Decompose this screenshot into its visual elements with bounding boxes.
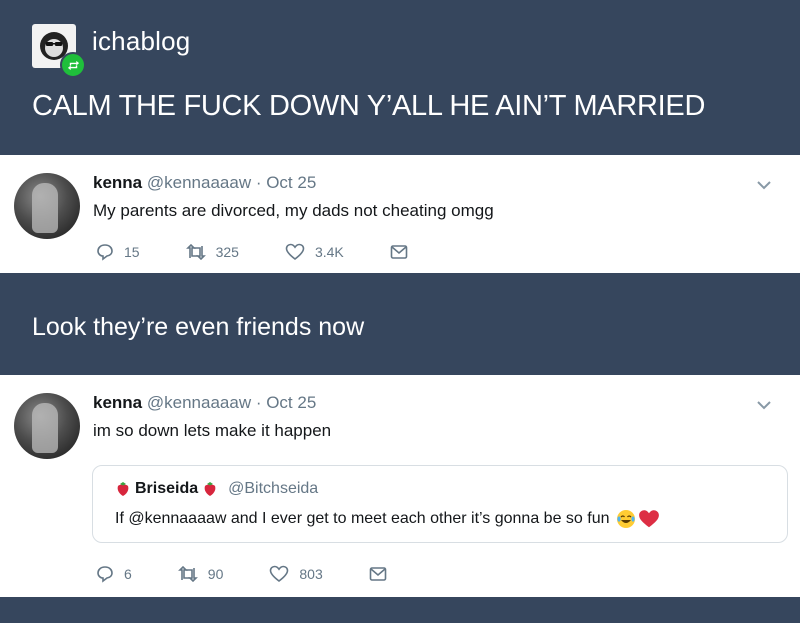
reply-icon: [97, 244, 113, 261]
post-title: CALM THE FUCK DOWN Y’ALL HE AIN’T MARRIE…: [32, 90, 706, 122]
quoted-tweet-text-row: If @kennaaaaw and I ever get to meet eac…: [115, 508, 660, 530]
post-caption: Look they’re even friends now: [32, 313, 365, 341]
tweet-actions: 15 325 3.4K: [96, 243, 464, 261]
chevron-down-icon[interactable]: [756, 177, 772, 195]
heart-icon: [285, 243, 305, 261]
tweet-author-name[interactable]: kenna: [93, 173, 142, 192]
envelope-icon: [390, 245, 408, 259]
reply-icon: [97, 566, 113, 583]
tweet-header: kenna @kennaaaaw · Oct 25: [93, 393, 316, 413]
quoted-author-handle[interactable]: @Bitchseida: [228, 480, 318, 498]
strawberry-emoji-icon: [117, 482, 129, 496]
dm-button[interactable]: [369, 566, 397, 582]
tweet-date[interactable]: · Oct 25: [256, 393, 316, 412]
like-button[interactable]: 3.4K: [285, 243, 344, 261]
tweet-text: im so down lets make it happen: [93, 421, 332, 440]
strawberry-emoji-icon: [204, 482, 216, 496]
retweet-count: 90: [207, 566, 224, 582]
reblog-icon: [60, 52, 86, 78]
tweet-author-name[interactable]: kenna: [93, 393, 142, 412]
retweet-count: 325: [215, 244, 239, 260]
like-count: 3.4K: [314, 244, 344, 260]
dm-button[interactable]: [390, 244, 418, 260]
quoted-tweet-text: If @kennaaaaw and I ever get to meet eac…: [115, 510, 610, 527]
tweet-author-handle[interactable]: @kennaaaaw: [147, 393, 251, 412]
tweet-text: My parents are divorced, my dads not che…: [93, 201, 494, 220]
post-header: ichablog CALM THE FUCK DOWN Y’ALL HE AIN…: [0, 0, 800, 155]
tweet-header: kenna @kennaaaaw · Oct 25: [93, 173, 316, 193]
envelope-icon: [369, 567, 387, 581]
retweet-button[interactable]: 325: [185, 244, 239, 260]
retweet-button[interactable]: 90: [177, 566, 224, 582]
reply-count: 6: [124, 566, 132, 582]
tweet-card: kenna @kennaaaaw · Oct 25 im so down let…: [0, 375, 800, 597]
post-footer-bar: [0, 597, 800, 623]
chevron-down-icon[interactable]: [756, 397, 772, 415]
tweet-date[interactable]: · Oct 25: [256, 173, 316, 192]
reply-count: 15: [124, 244, 140, 260]
like-count: 803: [299, 566, 323, 582]
tweet-avatar[interactable]: [14, 173, 80, 239]
red-heart-emoji-icon: [638, 510, 659, 528]
quoted-tweet[interactable]: Briseida @Bitchseida If @kennaaaaw and I…: [92, 465, 788, 543]
tweet-avatar[interactable]: [14, 393, 80, 459]
tweet-card: kenna @kennaaaaw · Oct 25 My parents are…: [0, 155, 800, 273]
tweet-actions: 6 90 803: [96, 565, 443, 583]
blog-name-link[interactable]: ichablog: [92, 26, 190, 57]
reply-button[interactable]: 15: [96, 243, 140, 261]
laughing-emoji-icon: [616, 510, 635, 528]
blog-avatar-container[interactable]: [32, 24, 86, 78]
retweet-icon: [185, 244, 206, 260]
quoted-tweet-header: Briseida @Bitchseida: [115, 480, 318, 498]
retweet-icon: [177, 566, 198, 582]
reply-button[interactable]: 6: [96, 565, 132, 583]
heart-icon: [270, 565, 289, 583]
tweet-author-handle[interactable]: @kennaaaaw: [147, 173, 251, 192]
like-button[interactable]: 803: [269, 565, 323, 583]
quoted-author-name[interactable]: Briseida: [135, 480, 198, 498]
